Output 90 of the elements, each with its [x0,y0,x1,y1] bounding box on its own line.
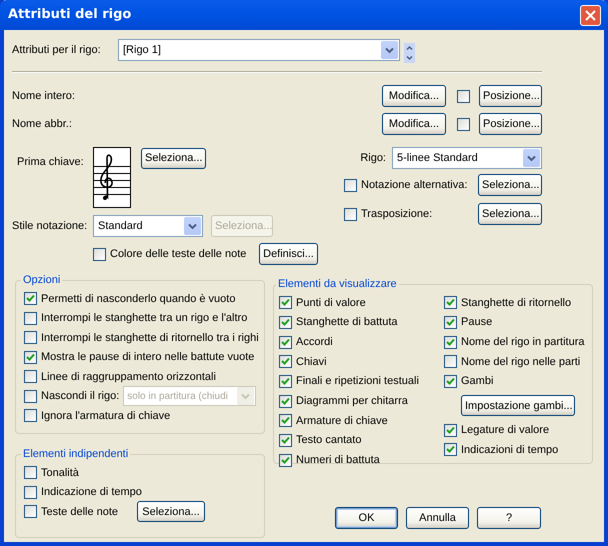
checkbox[interactable] [457,90,470,102]
checkbox[interactable] [279,336,292,349]
checkbox-label: Permetti di nasconderlo quando è vuoto [41,292,236,306]
checkbox-label: Interrompi le stanghette di ritornello tra i righi [41,330,259,346]
select-button[interactable]: Seleziona... [141,148,206,169]
checkbox-label: Stanghette di battuta [296,315,398,330]
checkbox[interactable] [444,336,457,349]
checkbox[interactable] [24,409,37,422]
checkbox-label: Colore delle teste delle note [110,246,246,262]
spin-down-button[interactable] [404,50,415,60]
checkbox-label: Mostra le pause di intero nelle battute vuote [41,350,254,365]
checkbox[interactable] [444,316,457,330]
checkbox[interactable] [24,466,37,480]
checkbox[interactable] [24,505,37,518]
checkbox-label: Nome del rigo nelle parti [461,354,580,370]
checkbox[interactable] [444,443,457,456]
group-title: Elementi da visualizzare [277,278,398,291]
field-label: Nome abbr.: [12,116,73,132]
field-label: Rigo: [360,150,386,166]
staff-clef-drawing [93,147,131,208]
checkbox[interactable] [24,312,37,325]
checkbox[interactable] [279,375,292,388]
group-title: Elementi indipendenti [22,448,130,461]
edit-button[interactable]: Modifica... [382,85,446,107]
checkbox[interactable] [444,375,457,388]
stem-settings-button[interactable]: Impostazione gambi... [461,395,575,416]
checkbox-label: Pause [461,315,492,330]
checkbox[interactable] [444,424,457,437]
window-title: Attributi del rigo [8,6,132,24]
dropdown[interactable]: Standard [93,215,203,237]
checkbox-label: Numeri di battuta [296,453,380,468]
checkbox[interactable] [279,355,292,368]
checkbox[interactable] [457,118,470,130]
checkbox-label: Indicazioni di tempo [461,442,558,458]
dropdown[interactable]: 5-linee Standard [392,147,542,169]
select-button[interactable]: Seleziona... [137,501,205,522]
position-button[interactable]: Posizione... [479,113,542,135]
close-icon [585,10,596,20]
dialog-button[interactable]: ? [477,507,541,529]
checkbox-label: Armature di chiave [296,414,388,429]
checkbox-label: Accordi [296,334,333,350]
checkbox[interactable] [279,454,292,467]
checkbox-label: Indicazione di tempo [41,485,142,500]
field-label: Nome intero: [12,88,76,104]
checkbox[interactable] [279,394,292,408]
checkbox-label: Stanghette di ritornello [461,296,572,311]
dialog-button[interactable]: OK [335,507,398,529]
select-button[interactable]: Seleziona... [478,203,542,225]
dialog-button[interactable]: Annulla [406,507,469,529]
select-button[interactable]: Seleziona... [478,174,542,196]
checkbox[interactable] [24,292,37,306]
checkbox[interactable] [279,414,292,428]
checkbox-label: Teste delle note [41,504,120,520]
checkbox-label: Trasposizione: [361,206,432,222]
checkbox-label: Legature di valore [461,423,550,438]
checkbox[interactable] [24,370,37,384]
checkbox[interactable] [24,331,37,344]
define-button[interactable]: Definisci... [259,243,318,265]
checkbox-label: Testo cantato [296,433,362,448]
field-label: Attributi per il rigo: [12,42,102,58]
checkbox-label: Tonalità [41,466,79,480]
dropdown[interactable]: [Rigo 1] [118,39,400,61]
field-label: Stile notazione: [12,218,88,234]
position-button[interactable]: Posizione... [479,85,542,107]
checkbox-label: Nascondi il rigo: [41,389,120,404]
checkbox-label: Punti di valore [296,296,366,311]
spin-up-button[interactable] [404,40,415,50]
checkbox-label: Finali e ripetizioni testuali [296,374,419,390]
close-button[interactable] [580,4,601,26]
checkbox[interactable] [279,296,292,310]
checkbox[interactable] [279,434,292,448]
checkbox[interactable] [444,355,457,368]
checkbox-label: Gambi [461,374,494,390]
checkbox[interactable] [344,178,357,192]
checkbox-label: Diagrammi per chitarra [296,394,408,410]
checkbox-label: Interrompi le stanghette tra un rigo e l'altro [41,311,248,326]
checkbox[interactable] [344,208,357,220]
checkbox[interactable] [93,248,106,260]
checkbox[interactable] [279,316,292,330]
checkbox-label: Ignora l'armatura di chiave [41,408,170,424]
checkbox-label: Notazione alternativa: [361,178,468,193]
checkbox-label: Chiavi [296,354,327,370]
checkbox[interactable] [24,486,37,499]
checkbox[interactable] [24,350,37,364]
field-label: Prima chiave: [16,155,85,170]
edit-button[interactable]: Modifica... [382,113,446,135]
checkbox[interactable] [444,296,457,310]
checkbox-label: Nome del rigo in partitura [461,334,585,350]
checkbox-label: Linee di raggruppamento orizzontali [41,370,216,384]
group-title: Opzioni [22,274,62,287]
